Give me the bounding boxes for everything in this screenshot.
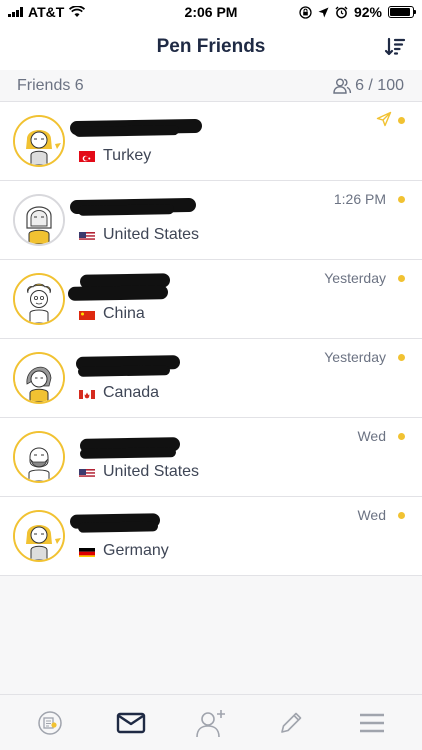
country-name: Germany: [103, 542, 169, 559]
mail-icon: [116, 712, 145, 733]
tab-add-friend[interactable]: [191, 703, 231, 743]
avatar: [13, 510, 65, 562]
friend-row[interactable]: Turkey: [0, 102, 422, 181]
last-message-time: Yesterday: [324, 270, 386, 286]
last-message-time: Wed: [357, 428, 386, 444]
battery-percent: 92%: [353, 4, 382, 20]
friend-row[interactable]: Canada Yesterday: [0, 339, 422, 418]
redacted-name-stroke: [77, 365, 171, 377]
avatar-girl-icon: [15, 117, 63, 165]
add-friend-icon: [196, 709, 225, 737]
friend-row[interactable]: United States 1:26 PM: [0, 181, 422, 260]
battery-icon: [388, 6, 416, 18]
avatar-gray-hair-icon: [15, 354, 63, 402]
friends-quota: 6 / 100: [332, 77, 404, 95]
status-bar: AT&T 2:06 PM 92%: [0, 0, 422, 24]
tab-compose[interactable]: [271, 703, 311, 743]
tab-stamps[interactable]: [30, 703, 70, 743]
menu-icon: [359, 713, 384, 732]
avatar-curly-boy-icon: [15, 275, 63, 323]
canada-flag-icon: [79, 388, 95, 399]
avatar: [13, 352, 65, 404]
germany-flag-icon: [79, 546, 95, 557]
unread-dot: [398, 275, 405, 282]
unread-dot: [398, 117, 405, 124]
country-name: Canada: [103, 384, 160, 401]
country: China: [79, 305, 145, 323]
stamp-icon: [38, 710, 62, 735]
tab-bar: [0, 694, 422, 750]
country: Germany: [79, 542, 169, 560]
unread-dot: [398, 433, 405, 440]
country: Turkey: [79, 147, 151, 165]
friends-count: Friends 6: [17, 77, 84, 94]
redacted-name-stroke: [79, 447, 177, 459]
app-header: Pen Friends: [0, 24, 422, 70]
last-message-time: Wed: [357, 507, 386, 523]
friend-list: Turkey United States 1:26 PM China Yeste…: [0, 102, 422, 576]
usa-flag-icon: [79, 230, 95, 241]
avatar-girl-icon: [15, 512, 63, 560]
avatar: [13, 273, 65, 325]
friends-summary-bar: Friends 6 6 / 100: [0, 70, 422, 102]
location-icon: [318, 7, 329, 17]
page-title: Pen Friends: [156, 36, 266, 57]
friend-row[interactable]: United States Wed: [0, 418, 422, 497]
quota-label: 6 / 100: [355, 77, 404, 94]
friend-row[interactable]: China Yesterday: [0, 260, 422, 339]
country: Canada: [79, 384, 159, 402]
unread-dot: [398, 196, 405, 203]
sent-icon: [376, 111, 392, 127]
tab-mail[interactable]: [111, 703, 151, 743]
people-icon: [333, 78, 352, 94]
avatar: [13, 431, 65, 483]
redacted-name-stroke: [77, 204, 175, 216]
country-name: United States: [103, 463, 200, 480]
friend-row[interactable]: Germany Wed: [0, 497, 422, 576]
china-flag-icon: [79, 309, 95, 320]
battery-fill: [390, 8, 411, 16]
pencil-icon: [281, 712, 302, 733]
usa-flag-icon: [79, 467, 95, 478]
turkey-flag-icon: [79, 150, 95, 162]
sort-descending-icon[interactable]: [384, 36, 406, 58]
country-name: China: [103, 305, 145, 322]
last-message-time: Yesterday: [324, 349, 386, 365]
unread-dot: [398, 354, 405, 361]
avatar-woman-icon: [15, 196, 63, 244]
country: United States: [79, 463, 199, 481]
tab-menu[interactable]: [352, 703, 392, 743]
country: United States: [79, 226, 199, 244]
country-name: United States: [103, 226, 200, 243]
avatar-bearded-man-icon: [15, 433, 63, 481]
status-right: 92%: [299, 4, 416, 20]
redacted-name-stroke: [77, 521, 159, 533]
avatar: [13, 194, 65, 246]
alarm-icon: [335, 6, 348, 18]
redacted-name-stroke: [73, 125, 180, 137]
avatar: [13, 115, 65, 167]
rotation-lock-icon: [299, 5, 312, 19]
last-message-time: 1:26 PM: [333, 191, 386, 207]
country-name: Turkey: [103, 147, 152, 164]
unread-dot: [398, 512, 405, 519]
redacted-name-stroke: [67, 285, 169, 301]
